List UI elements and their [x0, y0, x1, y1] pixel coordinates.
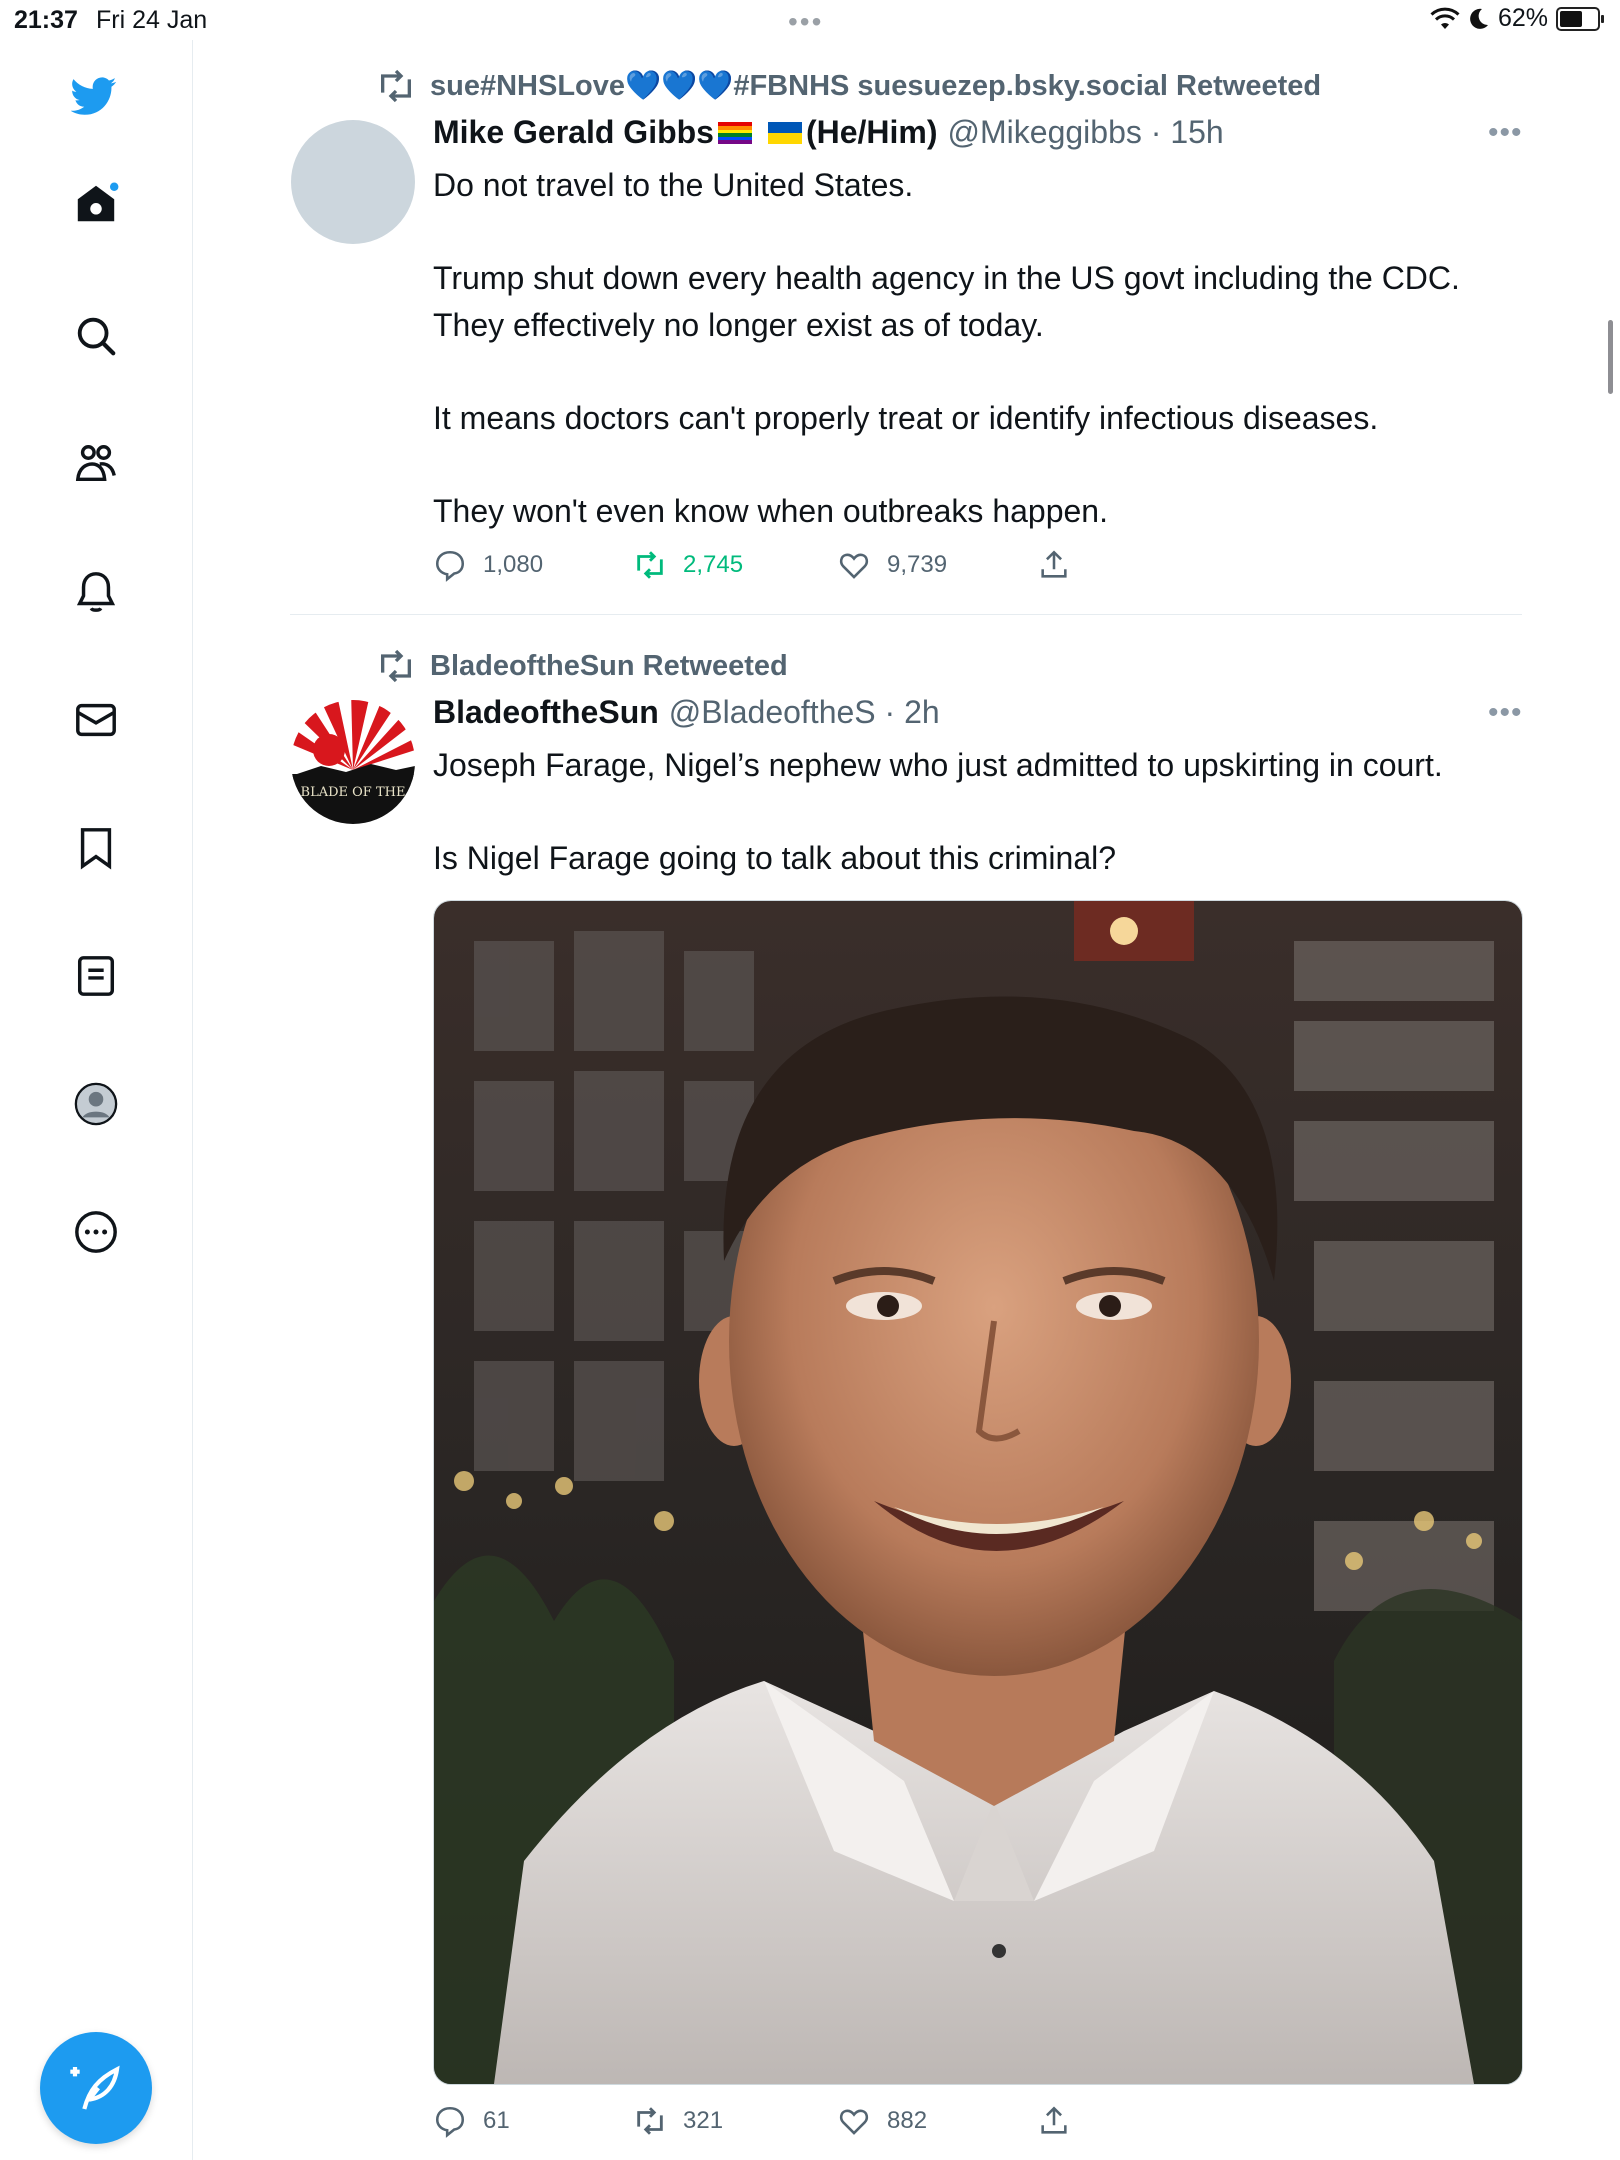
author-name: Mike Gerald Gibbs — [433, 114, 714, 150]
battery-percent: 62% — [1497, 4, 1548, 32]
reply-icon — [435, 2106, 465, 2138]
reply-count: 61 — [483, 2107, 510, 2134]
like-count: 882 — [887, 2107, 928, 2134]
like-button[interactable]: 9,739 — [837, 548, 1037, 582]
wifi-icon — [1430, 7, 1460, 29]
battery-icon — [1556, 6, 1604, 31]
tweet-1-more-button[interactable]: ••• — [1488, 116, 1523, 150]
communities-icon[interactable] — [72, 440, 120, 488]
multitasking-dots[interactable]: ••• — [788, 6, 823, 38]
author-name: BladeoftheSun — [433, 694, 659, 730]
compose-tweet-button[interactable] — [40, 2032, 152, 2144]
ukraine-flag-icon — [767, 121, 802, 144]
tweet-1-author[interactable]: Mike Gerald Gibbs (He/Him) @Mikeggibbs ·… — [433, 114, 1224, 151]
rising-sun-emblem: BLADE OF THE — [291, 700, 415, 824]
heart-icon — [839, 553, 869, 579]
retweet-icon — [637, 2107, 663, 2135]
tweet-2-photo[interactable] — [433, 900, 1523, 2085]
share-button[interactable] — [1037, 548, 1071, 582]
retweeted-by-text: sue#NHSLove💙💙💙#FBNHS suesuezep.bsky.soci… — [430, 70, 1322, 102]
retweet-button[interactable]: 2,745 — [633, 548, 837, 582]
lists-icon[interactable] — [72, 952, 120, 1000]
twitter-bird-icon[interactable] — [70, 72, 118, 120]
heart-icon — [839, 2109, 869, 2135]
status-date: Fri 24 Jan — [96, 6, 208, 34]
tweet-2-actions: 61 321 882 — [433, 2104, 1071, 2138]
reply-count: 1,080 — [483, 551, 544, 578]
like-button[interactable]: 882 — [837, 2104, 1037, 2138]
tweet-divider — [290, 614, 1522, 615]
tweet-2-text: Joseph Farage, Nigel’s nephew who just a… — [433, 747, 1443, 876]
like-count: 9,739 — [887, 551, 948, 578]
share-icon — [1041, 550, 1067, 578]
retweet-icon — [381, 69, 411, 103]
rainbow-flag-icon — [717, 121, 752, 144]
compose-feather-icon — [70, 2065, 120, 2110]
retweet-count: 2,745 — [683, 551, 744, 578]
tweet-2-retweet-context[interactable]: BladeoftheSun Retweeted — [376, 646, 788, 686]
more-options-icon[interactable] — [72, 1208, 120, 1256]
tweet-1-text: Do not travel to the United States. Trum… — [433, 167, 1460, 529]
avatar-text: BLADE OF THE — [301, 785, 406, 800]
status-time: 21:37 — [14, 6, 78, 34]
tweet-1-retweet-context[interactable]: sue#NHSLove💙💙💙#FBNHS suesuezep.bsky.soci… — [376, 66, 1321, 106]
tweet-2-author[interactable]: BladeoftheSun @BladeoftheS · 2h — [433, 694, 940, 731]
reply-button[interactable]: 61 — [433, 2104, 633, 2138]
moon-icon — [1470, 8, 1488, 29]
sidebar — [0, 40, 193, 2160]
search-icon[interactable] — [72, 312, 120, 360]
scrollbar[interactable] — [1608, 320, 1613, 394]
tweet-2-avatar[interactable]: BLADE OF THE — [291, 700, 415, 824]
author-handle-time: @Mikeggibbs · 15h — [947, 114, 1224, 150]
author-handle-time: @BladeoftheS · 2h — [668, 694, 940, 730]
home-icon[interactable] — [72, 180, 120, 228]
retweeted-by-text: BladeoftheSun Retweeted — [430, 649, 788, 682]
retweet-icon — [381, 649, 411, 683]
tweet-1-actions: 1,080 2,745 9,739 — [433, 548, 1071, 582]
status-indicators: 62% — [1430, 4, 1604, 33]
retweet-button[interactable]: 321 — [633, 2104, 837, 2138]
reply-icon — [435, 550, 465, 582]
tweet-1-avatar[interactable] — [291, 120, 415, 244]
retweet-count: 321 — [683, 2107, 724, 2134]
share-icon — [1041, 2106, 1067, 2134]
notifications-bell-icon[interactable] — [72, 568, 120, 616]
messages-envelope-icon[interactable] — [72, 696, 120, 744]
bookmarks-icon[interactable] — [72, 824, 120, 872]
profile-avatar-icon[interactable] — [72, 1080, 120, 1128]
tweet-2-more-button[interactable]: ••• — [1488, 696, 1523, 730]
photo-of-smiling-man — [434, 901, 1522, 2084]
retweet-icon — [637, 551, 663, 579]
share-button[interactable] — [1037, 2104, 1071, 2138]
reply-button[interactable]: 1,080 — [433, 548, 633, 582]
author-pronouns: (He/Him) — [805, 114, 938, 150]
